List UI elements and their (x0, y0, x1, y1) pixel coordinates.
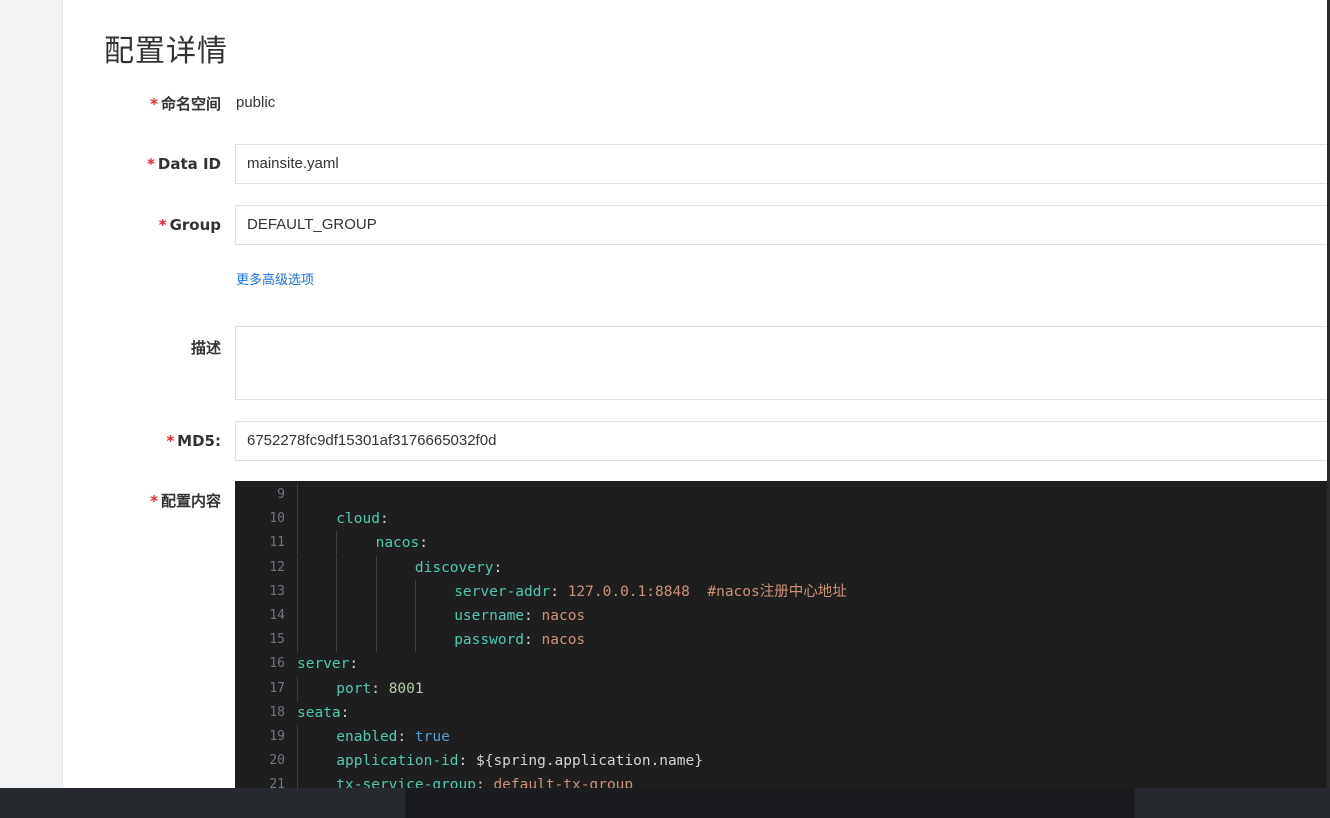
advanced-options-link[interactable]: 更多高级选项 (236, 269, 314, 288)
config-content-label: * 配置内容 (150, 492, 221, 510)
description-label: 描述 (190, 339, 221, 357)
line-number: 14 (269, 608, 285, 623)
data-id-label: * Data ID (147, 155, 221, 173)
line-number: 15 (269, 632, 285, 648)
required-mark: * (147, 155, 155, 173)
code-text: seata: (297, 704, 350, 721)
line-number: 16 (269, 656, 285, 672)
code-line: 12 discovery: (235, 555, 1327, 580)
indent-guide (336, 604, 338, 628)
group-field[interactable]: DEFAULT_GROUP (235, 205, 1330, 245)
code-line: 15 password: nacos (235, 628, 1327, 653)
indent-guide (297, 749, 298, 774)
taskbar-window-strip (405, 788, 1135, 818)
code-editor[interactable]: 9 10 cloud: 11 nacos: 12 discovery: 13 server-ad… (235, 481, 1327, 788)
code-line: 17 port: 8001 (235, 676, 1327, 701)
indent-guide (297, 628, 298, 653)
indent-guide (375, 555, 377, 580)
md5-field[interactable]: 6752278fc9df15301af3176665032f0d (235, 421, 1330, 461)
required-mark: * (158, 216, 167, 234)
line-number: 11 (269, 535, 285, 551)
code-line: 19 enabled: true (235, 725, 1327, 749)
line-number: 10 (269, 511, 285, 527)
indent-guide (297, 507, 298, 532)
indent-guide (414, 628, 416, 653)
code-text: server-addr: 127.0.0.1:8848 #nacos注册中心地址 (454, 583, 847, 600)
code-line: 11 nacos: (235, 531, 1327, 556)
code-text: server: (297, 656, 359, 673)
line-number: 17 (269, 680, 285, 696)
line-number: 9 (277, 487, 285, 502)
indent-guide (297, 676, 298, 701)
indent-guide (375, 579, 377, 604)
indent-guide (297, 604, 298, 628)
line-number: 21 (269, 777, 285, 788)
md5-label: * MD5: (166, 432, 221, 450)
data-id-field[interactable]: mainsite.yaml (235, 144, 1330, 184)
indent-guide (414, 579, 416, 604)
indent-guide (375, 604, 377, 628)
indent-guide (336, 531, 338, 556)
description-textarea[interactable] (235, 326, 1330, 400)
code-line: 18 seata: (235, 701, 1327, 725)
required-mark: * (150, 95, 158, 113)
code-text: username: nacos (454, 608, 586, 624)
indent-guide (414, 604, 416, 628)
code-text: discovery: (414, 559, 503, 576)
code-text: application-id: ${spring.application.nam… (336, 753, 703, 770)
indent-guide (336, 555, 338, 580)
line-number: 20 (269, 753, 285, 769)
taskbar (0, 788, 1330, 818)
line-number: 12 (269, 559, 285, 575)
indent-guide (336, 579, 338, 604)
required-mark: * (166, 432, 175, 450)
code-line: 13 server-addr: 127.0.0.1:8848 #nacos注册中心… (235, 579, 1327, 604)
code-line: 14 username: nacos (235, 604, 1327, 628)
code-text: nacos: (375, 535, 428, 552)
code-text: port: 8001 (336, 680, 424, 697)
indent-guide (297, 483, 298, 507)
required-mark: * (150, 492, 158, 510)
namespace-label: * 命名空间 (150, 95, 221, 113)
indent-guide (297, 725, 298, 749)
code-line: 10 cloud: (235, 507, 1327, 532)
indent-guide (336, 628, 338, 653)
namespace-value: public (236, 94, 276, 111)
code-text: cloud: (336, 511, 389, 528)
indent-guide (375, 628, 377, 653)
code-text: enabled: true (336, 729, 450, 745)
line-number: 18 (269, 704, 285, 720)
code-line: 20 application-id: ${spring.application.n… (235, 749, 1327, 774)
page-title: 配置详情 (104, 34, 228, 69)
indent-guide (297, 555, 298, 580)
line-number: 13 (269, 583, 285, 599)
code-line: 21 tx-service-group: default-tx-group (235, 773, 1327, 788)
indent-guide (297, 579, 298, 604)
indent-guide (297, 773, 298, 788)
code-text: tx-service-group: default-tx-group (336, 777, 634, 788)
line-number: 19 (269, 729, 285, 744)
code-text: password: nacos (454, 632, 586, 649)
indent-guide (297, 531, 298, 556)
group-label: * Group (158, 216, 221, 234)
code-line: 9 (235, 483, 1327, 507)
code-line: 16 server: (235, 652, 1327, 676)
